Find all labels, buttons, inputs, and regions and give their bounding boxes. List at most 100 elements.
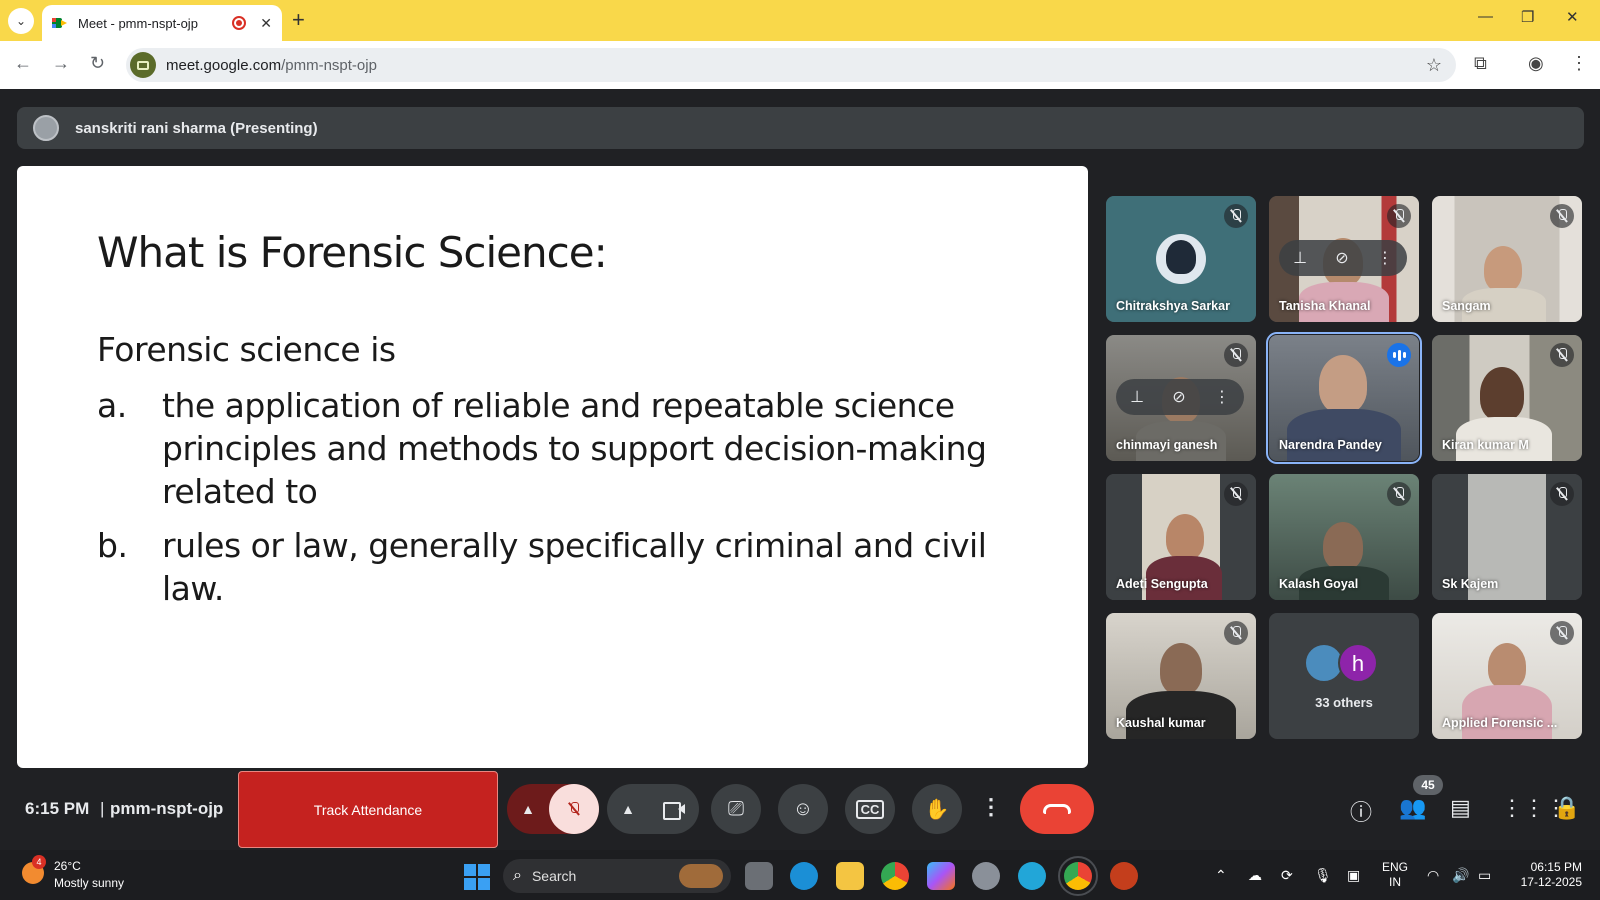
captions-icon: CC: [855, 799, 885, 819]
profile-avatar-icon[interactable]: ◉: [1528, 53, 1544, 74]
participant-tile[interactable]: Applied Forensic ...: [1432, 613, 1582, 739]
device-tray-icon[interactable]: ▣: [1347, 867, 1360, 884]
forward-arrow-icon[interactable]: →: [52, 53, 70, 74]
participant-tile-speaking[interactable]: Narendra Pandey: [1266, 332, 1422, 464]
audio-options-chevron-icon[interactable]: ▲: [507, 801, 549, 817]
bookmark-star-icon[interactable]: ☆: [1426, 55, 1442, 76]
restore-button[interactable]: ❐: [1521, 8, 1534, 26]
participant-tile[interactable]: Kiran kumar M: [1432, 335, 1582, 461]
volume-icon[interactable]: 🔊: [1452, 867, 1469, 884]
settings-gear-icon[interactable]: [972, 862, 1000, 890]
file-explorer-icon[interactable]: [836, 862, 864, 890]
wifi-icon[interactable]: ◠: [1427, 867, 1439, 884]
tile-more-icon[interactable]: ⋮: [1214, 387, 1230, 407]
more-options-icon[interactable]: ⋮: [980, 794, 1002, 820]
camera-button[interactable]: [649, 801, 699, 820]
muted-mic-icon: [1387, 204, 1411, 228]
minimize-button[interactable]: —: [1478, 8, 1493, 25]
recording-indicator-icon: [232, 16, 247, 30]
meeting-info-icon[interactable]: ⓘ: [1350, 795, 1372, 827]
tray-overflow-chevron-icon[interactable]: ⌃: [1215, 867, 1227, 884]
address-toolbar: ← → ↻ meet.google.com/pmm-nspt-ojp ☆ ⧉ ◉…: [0, 41, 1600, 89]
pin-icon[interactable]: ⊥: [1293, 248, 1307, 268]
language-indicator[interactable]: ENG IN: [1382, 860, 1408, 890]
presenting-label: sanskriti rani sharma (Presenting): [75, 119, 318, 137]
edge-icon[interactable]: [790, 862, 818, 890]
people-icon[interactable]: 👥: [1399, 795, 1426, 821]
participant-tile[interactable]: Sk Kajem: [1432, 474, 1582, 600]
participant-tile[interactable]: Sangam: [1432, 196, 1582, 322]
participant-name: Applied Forensic ...: [1442, 716, 1558, 730]
participant-tile[interactable]: Kalash Goyal: [1269, 474, 1419, 600]
windows-start-icon[interactable]: [464, 864, 490, 890]
powerpoint-icon[interactable]: [1110, 862, 1138, 890]
presenting-bar: sanskriti rani sharma (Presenting): [17, 107, 1584, 149]
raise-hand-button[interactable]: ✋: [912, 784, 962, 834]
window-close-button[interactable]: ✕: [1566, 8, 1579, 26]
copilot-icon[interactable]: [927, 862, 955, 890]
participant-tile[interactable]: ⊥ ⊘ ⋮ Tanisha Khanal: [1269, 196, 1419, 322]
participant-tile[interactable]: Kaushal kumar: [1106, 613, 1256, 739]
muted-mic-icon: [1224, 343, 1248, 367]
tab-meet[interactable]: Meet - pmm-nspt-ojp ✕: [42, 5, 282, 41]
muted-mic-icon: [1550, 482, 1574, 506]
weather-badge: 4: [32, 855, 46, 869]
reload-icon[interactable]: ↻: [90, 53, 105, 74]
participant-tile[interactable]: Adeti Sengupta: [1106, 474, 1256, 600]
slide-item-text: rules or law, generally specifically cri…: [162, 526, 987, 608]
emoji-reactions-button[interactable]: ☺: [778, 784, 828, 834]
slide-intro: Forensic science is: [97, 330, 396, 369]
new-tab-button[interactable]: +: [292, 8, 305, 32]
track-attendance-button[interactable]: Track Attendance: [238, 771, 498, 848]
participant-tile[interactable]: Chitrakshya Sarkar: [1106, 196, 1256, 322]
search-highlight-image: [679, 864, 723, 888]
presenter-avatar: [33, 115, 59, 141]
sync-icon[interactable]: ⟳: [1281, 867, 1293, 884]
weather-description[interactable]: Mostly sunny: [54, 876, 124, 890]
weather-temperature[interactable]: 26°C: [54, 859, 81, 873]
tab-close-icon[interactable]: ✕: [260, 15, 272, 32]
pin-icon[interactable]: ⊥: [1130, 387, 1144, 407]
chrome-active-icon[interactable]: [1058, 856, 1098, 896]
mute-participant-icon[interactable]: ⊘: [1335, 248, 1348, 268]
meet-favicon-icon: [52, 16, 68, 30]
captions-button[interactable]: CC: [845, 784, 895, 834]
camera-control-group: ▲: [607, 784, 699, 834]
system-clock[interactable]: 06:15 PM 17-12-2025: [1512, 860, 1582, 890]
onedrive-icon[interactable]: ☁: [1248, 867, 1262, 884]
participant-tile[interactable]: ⊥ ⊘ ⋮ chinmayi ganesh: [1106, 335, 1256, 461]
task-view-icon[interactable]: [745, 862, 773, 890]
canva-icon[interactable]: [1018, 862, 1046, 890]
leave-call-button[interactable]: [1020, 784, 1094, 834]
chat-icon[interactable]: ▤: [1450, 795, 1471, 821]
participant-name: Narendra Pandey: [1279, 438, 1382, 452]
participant-name: Chitrakshya Sarkar: [1116, 299, 1230, 313]
taskbar-search[interactable]: ⌕ Search: [503, 859, 731, 893]
tab-title: Meet - pmm-nspt-ojp: [78, 15, 198, 31]
separator: |: [100, 799, 105, 818]
search-icon: ⌕: [513, 867, 522, 884]
microphone-muted-button[interactable]: [549, 784, 599, 834]
battery-icon[interactable]: ▭: [1478, 867, 1491, 884]
hand-icon: ✋: [924, 798, 950, 821]
muted-mic-icon: [1387, 482, 1411, 506]
url-omnibox[interactable]: meet.google.com/pmm-nspt-ojp ☆: [126, 48, 1456, 82]
tab-search-chevron-icon[interactable]: ⌄: [8, 8, 34, 34]
search-label: Search: [531, 868, 577, 884]
slide-item-text: the application of reliable and repeatab…: [162, 386, 987, 511]
tile-more-icon[interactable]: ⋮: [1377, 248, 1393, 268]
chrome-icon[interactable]: [881, 862, 909, 890]
slide-list-item: b. rules or law, generally specifically …: [97, 524, 1002, 610]
participant-name: chinmayi ganesh: [1116, 438, 1218, 452]
participant-count-badge: 45: [1413, 775, 1443, 795]
present-screen-button[interactable]: ⎚: [711, 784, 761, 834]
video-options-chevron-icon[interactable]: ▲: [607, 801, 649, 817]
browser-menu-icon[interactable]: ⋮: [1570, 53, 1588, 74]
others-tile[interactable]: h 33 others: [1269, 613, 1419, 739]
back-arrow-icon[interactable]: ←: [14, 53, 32, 74]
microphone-tray-icon[interactable]: 🎙: [1314, 867, 1332, 884]
extensions-icon[interactable]: ⧉: [1474, 53, 1487, 74]
host-controls-icon[interactable]: 🔒: [1553, 795, 1580, 821]
site-info-icon[interactable]: [130, 52, 156, 78]
mute-participant-icon[interactable]: ⊘: [1172, 387, 1185, 407]
